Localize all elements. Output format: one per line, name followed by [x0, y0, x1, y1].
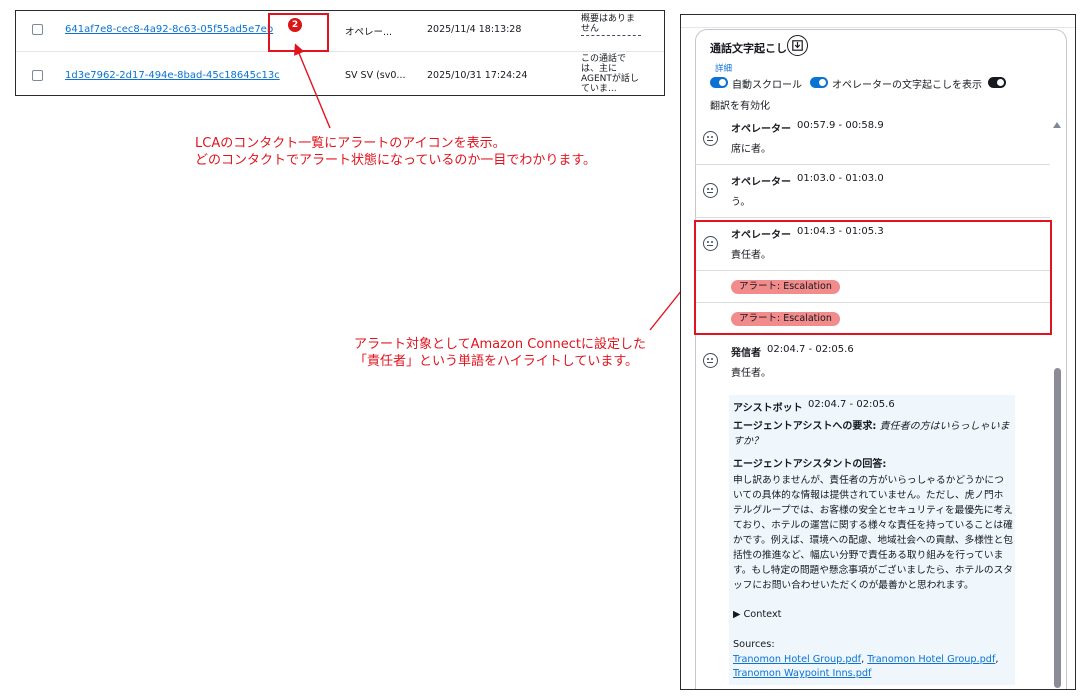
scroll-up-arrow-icon[interactable] — [1053, 122, 1061, 128]
message-text: 席に者。 — [731, 144, 771, 155]
row-checkbox[interactable] — [32, 24, 43, 35]
contact-list-table: 641af7e8-cec8-4a92-8c63-05f55ad5e7eb 2 オ… — [15, 10, 665, 96]
transcript-title: 通話文字起こし — [710, 42, 787, 55]
message-timestamp: 01:04.3 - 01:05.3 — [797, 226, 884, 237]
table-row[interactable]: 1d3e7962-2d17-494e-8bad-45c18645c13c SV … — [16, 53, 664, 95]
autoscroll-label: 自動スクロール — [732, 80, 802, 91]
message-text: 責任者。 — [731, 368, 771, 379]
initiation-time-cell: 2025/10/31 17:24:24 — [427, 70, 528, 81]
panel-top-divider — [681, 15, 1075, 28]
scrollbar-thumb[interactable] — [1054, 368, 1061, 688]
source-link[interactable]: Tranomon Hotel Group.pdf — [867, 654, 995, 665]
assist-request-label: エージェントアシストへの要求: — [733, 421, 877, 432]
annotation-line: どのコンタクトでアラート状態になっているのか一目でわかります。 — [195, 153, 597, 168]
contact-id-link[interactable]: 641af7e8-cec8-4a92-8c63-05f55ad5e7eb — [65, 24, 273, 35]
speaker-face-icon — [703, 353, 718, 368]
summary-cell: 概要はありません — [581, 14, 641, 36]
annotation-line: アラート対象としてAmazon Connectに設定した — [354, 337, 647, 352]
agent-cell: SV SV (sv0... — [345, 70, 406, 81]
context-expander[interactable]: ▶ Context — [733, 609, 781, 620]
message-text: 責任者。 — [731, 250, 771, 261]
table-row[interactable]: 641af7e8-cec8-4a92-8c63-05f55ad5e7eb 2 オ… — [16, 11, 664, 52]
message-text: う。 — [731, 197, 751, 208]
alert-chip: アラート: Escalation — [731, 280, 840, 294]
show-operator-toggle[interactable] — [810, 77, 828, 88]
autoscroll-toggle[interactable] — [710, 77, 728, 88]
alert-row: アラート: Escalation — [695, 271, 1050, 303]
assist-answer-text: 申し訳ありませんが、責任者の方がいらっしゃるかどうかについての具体的な情報は提供… — [733, 475, 1013, 591]
assist-answer-label: エージェントアシスタントの回答: — [733, 459, 887, 470]
message-timestamp: 01:03.0 - 01:03.0 — [797, 173, 884, 184]
source-link[interactable]: Tranomon Hotel Group.pdf — [733, 654, 861, 665]
speaker-face-icon — [703, 131, 718, 146]
speaker-name: オペレーター — [731, 177, 791, 188]
annotation-line: 「責任者」という単語をハイライトしています。 — [354, 354, 639, 369]
message-timestamp: 00:57.9 - 00:58.9 — [797, 120, 884, 131]
speaker-name: オペレーター — [731, 124, 791, 135]
details-link[interactable]: 詳細 — [715, 62, 732, 74]
summary-cell: この通話では、主にAGENTが話していま... — [581, 54, 639, 94]
alert-icon-highlight-box — [268, 13, 329, 52]
assistant-name: アシストボット — [733, 403, 803, 414]
speaker-name: オペレーター — [731, 230, 791, 241]
assistant-timestamp: 02:04.7 - 02:05.6 — [808, 399, 895, 410]
annotation-alert-icon: LCAのコンタクト一覧にアラートのアイコンを表示。 どのコンタクトでアラート状態… — [195, 135, 596, 169]
download-icon — [792, 40, 803, 51]
transcript-message: オペレーター 01:03.0 - 01:03.0 う。 — [695, 165, 1050, 218]
contact-id-link[interactable]: 1d3e7962-2d17-494e-8bad-45c18645c13c — [65, 70, 280, 81]
alert-chip: アラート: Escalation — [731, 312, 840, 326]
download-button[interactable] — [787, 35, 808, 56]
source-link[interactable]: Tranomon Waypoint Inns.pdf — [733, 668, 871, 679]
transcript-message: 発信者 02:04.7 - 02:05.6 責任者。 — [695, 335, 1050, 387]
transcript-message: オペレーター 01:04.3 - 01:05.3 責任者。 — [695, 218, 1050, 271]
transcript-message: オペレーター 00:57.9 - 00:58.9 席に者。 — [695, 112, 1050, 165]
show-operator-label: オペレーターの文字起こしを表示 — [832, 80, 982, 91]
speaker-name: 発信者 — [731, 348, 761, 359]
annotation-line: LCAのコンタクト一覧にアラートのアイコンを表示。 — [195, 136, 506, 151]
alert-row: アラート: Escalation — [695, 303, 1050, 335]
speaker-face-icon — [703, 236, 718, 251]
translate-toggle[interactable] — [988, 77, 1006, 88]
sources-list: Tranomon Hotel Group.pdf, Tranomon Hotel… — [733, 654, 999, 679]
assist-request: エージェントアシストへの要求: 責任者の方はいらっしゃいますか？ — [733, 419, 1011, 449]
annotation-keyword-highlight: アラート対象としてAmazon Connectに設定した 「責任者」という単語を… — [354, 336, 646, 370]
agent-assist-message: アシストボット 02:04.7 - 02:05.6 エージェントアシストへの要求… — [729, 395, 1015, 685]
agent-cell: オペレー... — [345, 27, 393, 38]
speaker-face-icon — [703, 183, 718, 198]
message-timestamp: 02:04.7 - 02:05.6 — [767, 344, 854, 355]
sources-label: Sources: — [733, 639, 775, 650]
translate-label: 翻訳を有効化 — [710, 101, 770, 112]
initiation-time-cell: 2025/11/4 18:13:28 — [427, 24, 522, 35]
row-checkbox[interactable] — [32, 70, 43, 81]
